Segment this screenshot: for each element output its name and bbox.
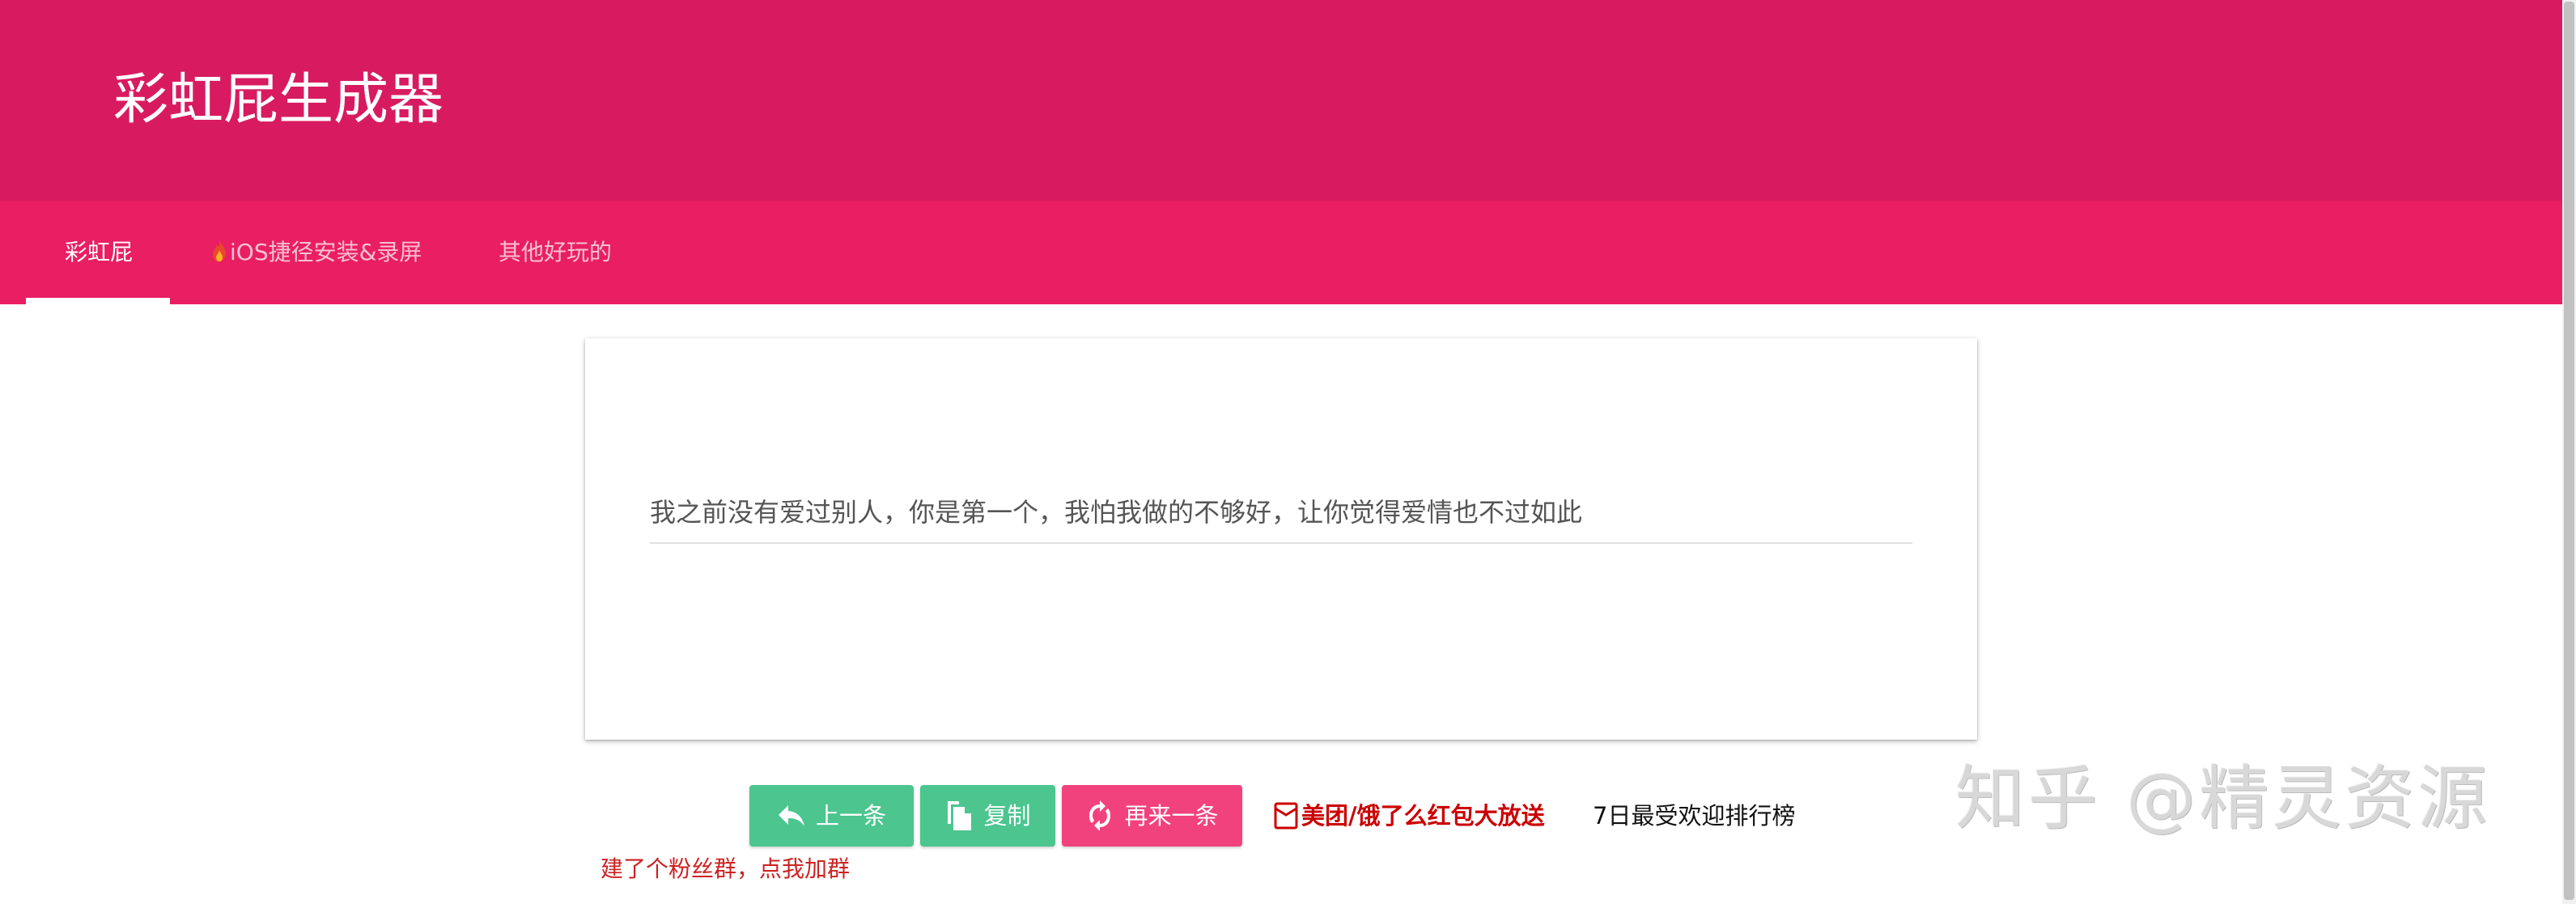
zhihu-watermark: 知乎 @精灵资源: [1955, 758, 2491, 839]
app-title: 彩虹屁生成器: [113, 68, 444, 132]
refresh-icon: [1089, 800, 1111, 831]
copy-button-label: 复制: [983, 802, 1031, 830]
previous-button[interactable]: 上一条: [749, 785, 914, 847]
fire-icon: [210, 204, 228, 262]
scrollbar-thumb[interactable]: [2564, 2, 2574, 900]
fan-group-link[interactable]: 建了个粉丝群，点我加群: [601, 853, 850, 885]
copy-icon: [948, 801, 972, 830]
compliment-card: [585, 338, 1977, 740]
weekly-ranking-link[interactable]: 7日最受欢迎排行榜: [1593, 785, 1795, 847]
tab-bar: 彩虹屁 iOS捷径安装&录屏 其他好玩的: [0, 201, 2562, 304]
active-tab-indicator: [26, 298, 170, 304]
next-button[interactable]: 再来一条: [1062, 785, 1242, 847]
tab-ios-shortcut[interactable]: iOS捷径安装&录屏: [210, 201, 422, 304]
reply-arrow-icon: [778, 805, 804, 826]
copy-button[interactable]: 复制: [920, 785, 1055, 847]
tab-rainbow-fart[interactable]: 彩虹屁: [65, 201, 133, 304]
red-packet-icon: [1274, 802, 1298, 830]
compliment-text-field[interactable]: [650, 482, 1912, 544]
app-header: 彩虹屁生成器: [0, 0, 2562, 201]
next-button-label: 再来一条: [1124, 802, 1219, 830]
red-packet-promo-link[interactable]: 美团/饿了么红包大放送: [1274, 785, 1545, 847]
previous-button-label: 上一条: [815, 802, 886, 830]
tab-other-fun[interactable]: 其他好玩的: [499, 201, 612, 304]
scrollbar[interactable]: [2562, 0, 2576, 904]
red-packet-promo-label: 美团/饿了么红包大放送: [1301, 802, 1545, 830]
tab-ios-shortcut-label: iOS捷径安装&录屏: [230, 239, 422, 265]
